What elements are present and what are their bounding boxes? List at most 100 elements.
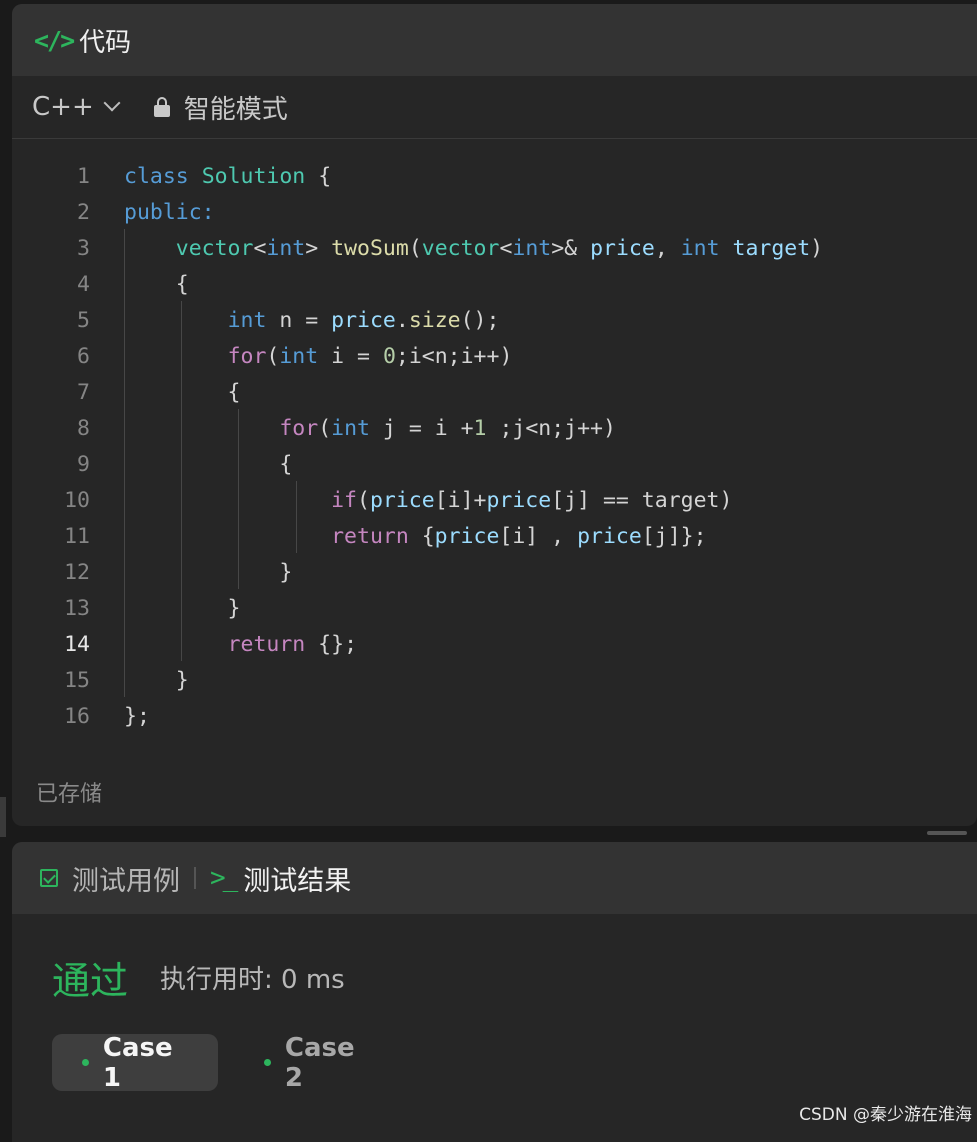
code-token: vector — [175, 236, 254, 261]
code-token: < — [253, 236, 267, 261]
tab-divider — [194, 867, 196, 889]
terminal-icon: >_ — [210, 863, 238, 893]
tab-test-result[interactable]: >_ 测试结果 — [210, 859, 351, 898]
code-icon: </> — [34, 25, 75, 55]
left-resize-handle[interactable] — [0, 797, 6, 837]
code-text: for(int i = 0;i<n;i++) — [124, 339, 513, 375]
code-token: price — [369, 488, 435, 513]
code-token: < — [499, 236, 513, 261]
code-text: return {}; — [124, 627, 357, 663]
line-number: 14 — [64, 632, 90, 657]
code-token: }; — [124, 704, 150, 729]
code-token: 0 — [382, 344, 396, 369]
code-token: [j] == target) — [551, 488, 733, 513]
code-line[interactable]: 16}; — [12, 699, 977, 735]
code-line[interactable]: 6 for(int i = 0;i<n;i++) — [12, 339, 977, 375]
code-text: { — [124, 267, 189, 303]
line-number: 11 — [64, 524, 90, 549]
line-number: 8 — [77, 416, 90, 441]
code-line[interactable]: 1 class Solution { — [12, 159, 977, 195]
code-token: ) — [810, 236, 824, 261]
editor-toolbar: C++ 智能模式 — [12, 76, 977, 139]
code-text: public: — [124, 195, 215, 231]
code-line[interactable]: 12 } — [12, 555, 977, 591]
code-text: vector<int> twoSum(vector<int>& price, i… — [124, 231, 823, 267]
code-line[interactable]: 3 vector<int> twoSum(vector<int>& price,… — [12, 231, 977, 267]
code-token: ;i<n;i++) — [395, 344, 513, 369]
code-token: ;j<n;j++) — [486, 416, 616, 441]
code-token: . — [395, 308, 409, 333]
code-line[interactable]: 9 { — [12, 447, 977, 483]
saved-status: 已存储 — [36, 782, 103, 807]
code-token: int — [680, 236, 720, 261]
code-token: price — [590, 236, 655, 261]
code-token: ( — [266, 344, 280, 369]
code-token: size — [408, 308, 461, 333]
code-token: {}; — [305, 632, 358, 657]
code-panel-title: 代码 — [79, 27, 132, 58]
case-tab-label: Case 2 — [284, 1032, 355, 1093]
code-token: } — [124, 596, 241, 621]
code-line[interactable]: 13 } — [12, 591, 977, 627]
code-line[interactable]: 2 public: — [12, 195, 977, 231]
panel-resize-handle[interactable] — [927, 831, 967, 835]
code-line[interactable]: 5 int n = price.size(); — [12, 303, 977, 339]
code-token: { — [124, 272, 189, 297]
runtime-text: 执行用时: 0 ms — [160, 965, 345, 995]
code-token: [i]+ — [434, 488, 487, 513]
line-number: 4 — [77, 272, 90, 297]
code-line[interactable]: 15 } — [12, 663, 977, 699]
code-token: int — [512, 236, 552, 261]
watermark: CSDN @秦少游在淮海 — [799, 1105, 972, 1125]
result-panel: 测试用例 >_ 测试结果 通过 执行用时: 0 ms Case 1 Case 2 — [12, 842, 977, 1142]
code-panel-header: </> 代码 — [12, 4, 977, 76]
code-token: Solution — [201, 164, 306, 189]
code-token: } — [124, 668, 189, 693]
code-token: for — [227, 344, 267, 369]
code-line[interactable]: 8 for(int j = i +1 ;j<n;j++) — [12, 411, 977, 447]
tab-test-result-label: 测试结果 — [243, 865, 352, 897]
checkbox-icon — [40, 869, 58, 887]
status-pass: 通过 — [52, 959, 129, 1003]
code-token: 1 — [473, 416, 487, 441]
line-number: 12 — [64, 560, 90, 585]
code-line[interactable]: 4 { — [12, 267, 977, 303]
code-line[interactable]: 11 return {price[i] , price[j]}; — [12, 519, 977, 555]
code-text: class Solution { — [124, 159, 331, 195]
case-tab-1[interactable]: Case 1 — [52, 1033, 218, 1093]
line-number: 3 — [77, 236, 90, 261]
code-token: price — [486, 488, 552, 513]
lock-icon — [153, 97, 170, 117]
smart-mode-indicator[interactable]: 智能模式 — [153, 89, 288, 126]
code-token: int — [331, 416, 370, 441]
language-label: C++ — [32, 92, 94, 122]
tab-testcase[interactable]: 测试用例 — [40, 859, 180, 898]
code-token: ( — [408, 236, 422, 261]
code-token: price — [331, 308, 396, 333]
tab-testcase-label: 测试用例 — [72, 865, 180, 897]
code-line[interactable]: 7 { — [12, 375, 977, 411]
code-token: { — [124, 452, 293, 477]
code-line[interactable]: 10 if(price[i]+price[j] == target) — [12, 483, 977, 519]
code-text: int n = price.size(); — [124, 303, 500, 339]
code-panel: </> 代码 C++ 智能模式 1 class Solution {2 public… — [12, 4, 977, 826]
code-text: } — [124, 663, 189, 699]
line-number: 16 — [64, 704, 90, 729]
code-editor[interactable]: 1 class Solution {2 public: 3 vector<int> t… — [12, 139, 977, 739]
line-number: 13 — [64, 596, 90, 621]
code-token: [j]}; — [641, 524, 707, 549]
code-token: { — [408, 524, 435, 549]
code-line[interactable]: 14 return {}; — [12, 627, 977, 663]
code-text: for(int j = i +1 ;j<n;j++) — [124, 411, 616, 447]
code-token: public — [124, 200, 202, 225]
language-select[interactable]: C++ — [32, 92, 121, 122]
code-token: return — [331, 524, 409, 549]
case-tab-2[interactable]: Case 2 — [234, 1032, 400, 1093]
